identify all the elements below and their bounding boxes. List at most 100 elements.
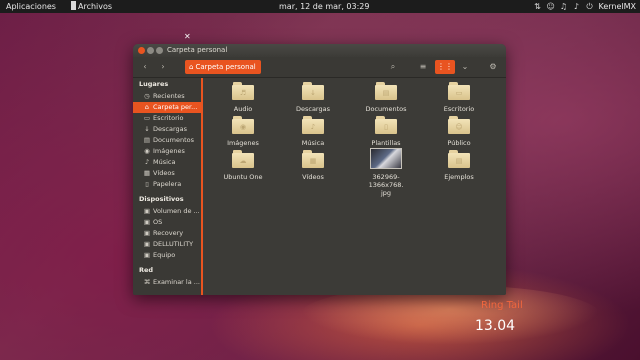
sidebar-item-os[interactable]: ▣ OS [133,217,201,228]
trash-icon: ▯ [145,180,149,188]
files-app-menu[interactable]: Archivos [71,0,112,13]
file-item-imagenes[interactable]: ◉ Imágenes [213,116,273,147]
folder-icon: ▤ [375,82,397,100]
clock[interactable]: mar, 12 de mar, 03:29 [279,0,369,13]
file-item-wallpaper-image[interactable]: 362969-1366x768. jpg [356,148,416,197]
sidebar-item-recientes[interactable]: ◷ Recientes [133,91,201,102]
sidebar-item-videos[interactable]: ▦ Vídeos [133,168,201,179]
file-item-label-extension: jpg [380,189,392,197]
window-titlebar[interactable]: Carpeta personal [133,44,506,57]
view-options-chevron-icon[interactable]: ⌄ [457,60,473,74]
file-item-audio[interactable]: ♬ Audio [213,82,273,113]
sidebar-item-label: Recientes [153,92,185,100]
file-item-ejemplos[interactable]: ▤ Ejemplos [429,150,489,181]
path-bar-home-button[interactable]: ⌂ Carpeta personal [185,60,261,74]
sidebar-header-devices: Dispositivos [139,195,184,203]
drive-icon: ▣ [143,229,151,237]
video-icon: ▦ [143,169,151,177]
sidebar-item-imagenes[interactable]: ◉ Imágenes [133,146,201,157]
forward-button[interactable]: › [155,60,171,74]
sidebar-item-label: DELLUTILITY [153,240,194,248]
file-item-documentos[interactable]: ▤ Documentos [356,82,416,113]
close-button[interactable] [138,47,145,54]
drive-icon: ▣ [143,218,151,226]
file-item-label: Documentos [365,105,407,113]
desktop-icon: ▭ [143,114,151,122]
folder-icon: ♪ [302,116,324,134]
network-icon[interactable]: ⇅ [533,2,541,11]
window-title: Carpeta personal [167,46,228,54]
sidebar-item-label: Equipo [153,251,176,259]
sidebar-item-equipo[interactable]: ▣ Equipo [133,250,201,261]
sidebar-item-descargas[interactable]: ↓ Descargas [133,124,201,135]
sidebar-header-network: Red [139,266,154,274]
list-view-button[interactable]: ≡ [415,60,431,74]
file-item-label: 362969-1366x768. [368,173,404,189]
sidebar-item-label: Música [153,158,176,166]
grid-view-button[interactable]: ⋮⋮ [435,60,455,74]
power-icon[interactable]: ⏻ [585,2,593,11]
sidebar-item-documentos[interactable]: ▤ Documentos [133,135,201,146]
file-item-ubuntu-one[interactable]: ☁ Ubuntu One [213,150,273,181]
search-button[interactable]: ⌕ [385,60,401,74]
release-name: Ring Tail [481,300,523,311]
accessibility-icon[interactable]: ☺ [546,2,554,11]
sidebar-item-dellutility[interactable]: ▣ DELLUTILITY [133,239,201,250]
drive-icon: ▣ [143,251,151,259]
document-icon: ▤ [143,136,151,144]
file-manager-window: Carpeta personal ‹ › ⌂ Carpeta personal ⌕… [133,44,506,295]
sidebar-item-label: Documentos [153,136,195,144]
folder-icon: ☁ [232,150,254,168]
sidebar-item-label: OS [153,218,163,226]
home-icon: ⌂ [189,63,194,71]
file-item-descargas[interactable]: ↓ Descargas [283,82,343,113]
sidebar-item-musica[interactable]: ♪ Música [133,157,201,168]
sidebar-item-label: Recovery [153,229,184,237]
drive-icon: ▣ [143,207,151,215]
file-item-label: Audio [233,105,253,113]
folder-icon: ↓ [302,82,324,100]
gear-icon[interactable]: ⚙ [485,60,501,74]
sidebar-item-volume[interactable]: ▣ Volumen de ... [133,206,201,217]
sidebar-item-label: Descargas [153,125,188,133]
file-item-musica[interactable]: ♪ Música [283,116,343,147]
sidebar-item-recovery[interactable]: ▣ Recovery [133,228,201,239]
file-item-label: Descargas [295,105,330,113]
download-icon: ↓ [144,125,150,133]
sidebar-item-label: Escritorio [153,114,184,122]
folder-icon: ◉ [232,116,254,134]
file-item-label: Plantillas [371,139,401,147]
user-menu[interactable]: KernelMX [598,0,636,13]
sidebar-item-label: Carpeta per... [153,103,198,111]
sidebar-item-home[interactable]: ⌂ Carpeta per... [133,102,201,113]
volume-icon[interactable]: ♪ [572,2,580,11]
sidebar-item-browse-network[interactable]: ⌘ Examinar la ... [133,277,201,288]
file-item-label: Ejemplos [444,173,474,181]
file-item-videos[interactable]: ▦ Vídeos [283,150,343,181]
folder-icon: ▭ [448,82,470,100]
sidebar-item-papelera[interactable]: ▯ Papelera [133,179,201,190]
sidebar-header-places: Lugares [139,80,169,88]
file-item-plantillas[interactable]: ▯ Plantillas [356,116,416,147]
folder-icon: ▤ [448,150,470,168]
file-item-escritorio[interactable]: ▭ Escritorio [429,82,489,113]
top-panel: Aplicaciones Archivos mar, 12 de mar, 03… [0,0,640,13]
system-tray: ⇅ ☺ ♫ ♪ ⏻ KernelMX [533,0,636,13]
sidebar-item-label: Volumen de ... [153,207,200,215]
sidebar-item-label: Imágenes [153,147,185,155]
home-icon: ⌂ [144,103,150,111]
folder-icon: ♬ [232,82,254,100]
headphones-icon[interactable]: ♫ [559,2,567,11]
sidebar-item-label: Examinar la ... [153,278,200,286]
sidebar-item-label: Vídeos [153,169,175,177]
maximize-button[interactable] [156,47,163,54]
minimize-button[interactable] [147,47,154,54]
file-item-publico[interactable]: ☺ Público [429,116,489,147]
back-button[interactable]: ‹ [137,60,153,74]
image-thumbnail [370,148,402,169]
camera-icon: ◉ [144,147,150,155]
file-grid: ♬ Audio ↓ Descargas ▤ Documentos ▭ Escri… [203,78,506,295]
sidebar-item-escritorio[interactable]: ▭ Escritorio [133,113,201,124]
file-item-label: Música [301,139,325,147]
applications-menu[interactable]: Aplicaciones [6,0,56,13]
